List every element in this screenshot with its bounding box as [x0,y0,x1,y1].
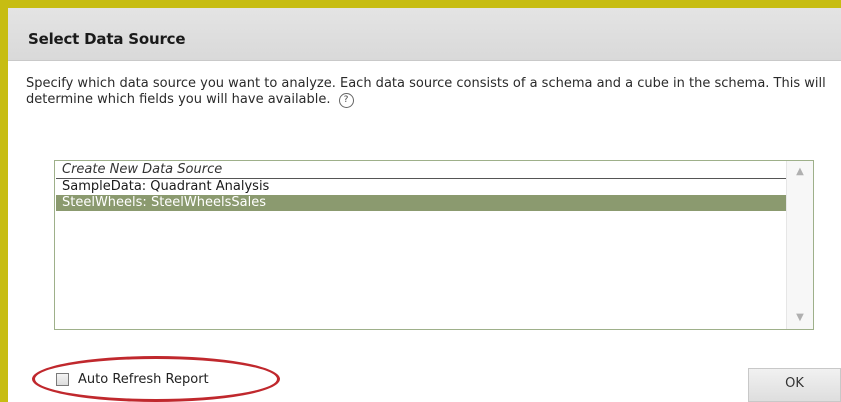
highlight-annotation-ellipse [32,356,280,402]
data-source-list: Create New Data Source SampleData: Quadr… [56,162,786,211]
ok-button[interactable]: OK [748,368,841,402]
dialog-top-border [0,0,841,8]
list-item-sampledata-quadrant-analysis[interactable]: SampleData: Quadrant Analysis [56,179,786,195]
scroll-up-icon[interactable]: ▲ [792,165,808,179]
dialog-left-border [0,0,8,402]
dialog-title-bar: Select Data Source [8,8,841,61]
list-item-steelwheels-sales[interactable]: SteelWheels: SteelWheelsSales [56,195,786,211]
listbox-scrollbar[interactable]: ▲ ▼ [786,161,813,329]
select-data-source-dialog: Select Data Source Specify which data so… [0,0,841,402]
scroll-down-icon[interactable]: ▼ [792,311,808,325]
dialog-title: Select Data Source [28,30,186,48]
description-text: Specify which data source you want to an… [26,76,826,107]
dialog-description: Specify which data source you want to an… [26,76,826,108]
help-icon[interactable]: ? [338,93,354,108]
list-item-create-new-data-source[interactable]: Create New Data Source [56,162,786,179]
data-source-listbox[interactable]: Create New Data Source SampleData: Quadr… [54,160,814,330]
